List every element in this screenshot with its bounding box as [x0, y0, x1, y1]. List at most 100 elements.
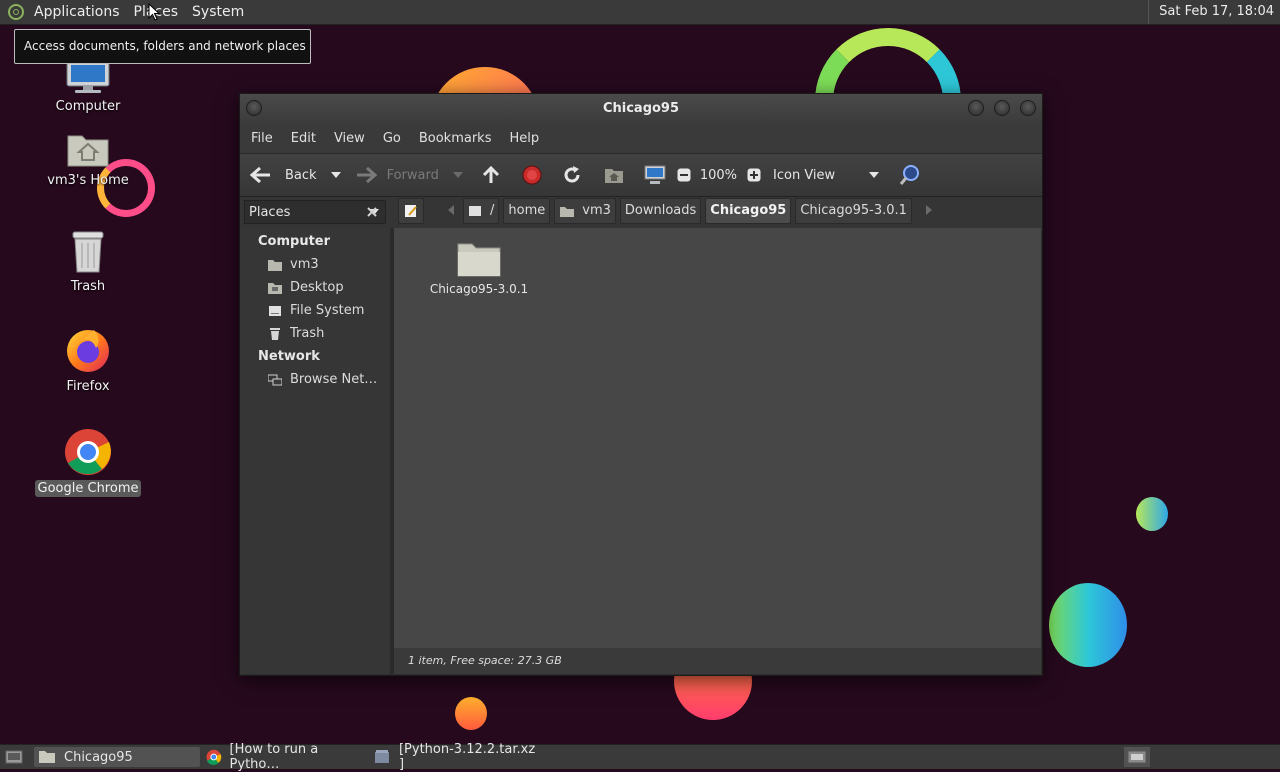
maximize-button[interactable]	[994, 100, 1010, 116]
sidebar-item-vm3[interactable]: vm3	[268, 257, 319, 272]
minimize-button[interactable]	[968, 100, 984, 116]
network-icon	[268, 374, 282, 385]
desktop-folder-icon	[268, 282, 282, 294]
desktop-icon-trash[interactable]: Trash	[28, 230, 148, 295]
view-mode-select[interactable]: Icon View	[773, 168, 859, 183]
sidebar-item-trash[interactable]: Trash	[268, 326, 324, 341]
sidebar-item-file-system[interactable]: File System	[268, 303, 364, 318]
forward-label: Forward	[386, 167, 439, 183]
menu-bookmarks[interactable]: Bookmarks	[412, 131, 499, 146]
system-menu[interactable]: System	[185, 0, 251, 24]
file-item-chicago95-3-0-1[interactable]: Chicago95-3.0.1	[424, 238, 534, 297]
sidebar-item-label: File System	[290, 303, 365, 318]
sidebar-header-network: Network	[258, 349, 320, 364]
home-icon	[604, 169, 623, 183]
crumb-label: vm3	[582, 203, 611, 218]
distro-logo-icon[interactable]	[8, 4, 24, 20]
sidebar-item-browse-network[interactable]: Browse Net…	[268, 372, 377, 387]
drive-icon	[269, 305, 281, 316]
task-chrome[interactable]: [How to run a Pytho…	[206, 742, 368, 772]
desktop-icon-home[interactable]: vm3's Home	[28, 130, 148, 189]
back-button[interactable]: Back	[250, 166, 317, 184]
wallpaper-large-sphere	[1049, 583, 1127, 667]
trash-icon	[72, 231, 104, 273]
forward-history-dropdown[interactable]	[452, 171, 463, 179]
desktop-icon-computer[interactable]: Computer	[28, 61, 148, 115]
menu-view[interactable]: View	[327, 131, 372, 146]
sidebar-item-desktop[interactable]: Desktop	[268, 280, 344, 295]
crumb-vm3[interactable]: vm3	[554, 198, 616, 224]
chevron-right-icon	[925, 204, 932, 215]
close-sidebar-button[interactable]	[363, 203, 381, 221]
forward-button[interactable]: Forward	[355, 166, 439, 184]
desktop-icon-label: Computer	[55, 99, 121, 114]
stop-button[interactable]	[522, 165, 542, 185]
places-tooltip: Access documents, folders and network pl…	[14, 29, 311, 64]
home-folder-icon	[268, 259, 282, 271]
close-icon	[367, 207, 377, 217]
applications-menu[interactable]: Applications	[27, 0, 127, 24]
chrome-icon	[206, 749, 222, 765]
path-scroll-right[interactable]	[925, 204, 932, 219]
back-history-dropdown[interactable]	[330, 171, 341, 179]
zoom-out-button[interactable]	[677, 168, 691, 182]
menubar: File Edit View Go Bookmarks Help	[240, 124, 1042, 153]
desktop-icon-label: Google Chrome	[34, 480, 142, 497]
clock[interactable]: Sat Feb 17, 18:04	[1148, 0, 1274, 24]
home-folder-icon	[67, 135, 109, 167]
workspace-switcher[interactable]	[1124, 747, 1150, 767]
forward-arrow-icon	[356, 166, 377, 184]
desktop-icon-label: Firefox	[66, 379, 110, 394]
window-titlebar[interactable]: Chicago95	[240, 94, 1042, 124]
toggle-location-entry-button[interactable]	[398, 198, 424, 224]
folder-icon	[39, 751, 55, 763]
menu-help[interactable]: Help	[502, 131, 546, 146]
zoom-in-button[interactable]	[747, 168, 761, 182]
edit-icon	[405, 205, 417, 217]
chrome-icon	[65, 429, 111, 475]
crumb-downloads[interactable]: Downloads	[619, 198, 702, 224]
sidebar-selector-label: Places	[249, 204, 291, 220]
archive-icon	[374, 750, 389, 763]
path-scroll-left[interactable]	[448, 204, 454, 219]
firefox-icon	[67, 330, 109, 372]
search-icon	[899, 165, 920, 185]
crumb-root[interactable]: /	[463, 198, 500, 224]
chevron-down-icon	[330, 172, 341, 178]
show-desktop-button[interactable]	[3, 747, 25, 767]
crumb-chicago95[interactable]: Chicago95	[705, 198, 792, 224]
desktop-icon-firefox[interactable]: Firefox	[28, 326, 148, 395]
back-label: Back	[285, 167, 317, 183]
sidebar-header-computer: Computer	[258, 234, 331, 249]
desktop-icon-label: vm3's Home	[47, 173, 129, 188]
back-arrow-icon	[250, 166, 270, 184]
desktop-icon-chrome[interactable]: Google Chrome	[28, 428, 148, 497]
sidebar-item-label: Browse Net…	[290, 372, 378, 387]
zoom-level: 100%	[699, 167, 738, 183]
view-mode-dropdown[interactable]	[869, 171, 880, 179]
computer-button[interactable]	[644, 165, 666, 185]
up-button[interactable]	[481, 165, 501, 185]
home-button[interactable]	[604, 166, 624, 184]
close-button[interactable]	[1020, 100, 1036, 116]
show-desktop-icon	[5, 750, 23, 764]
file-view[interactable]: Chicago95-3.0.1	[394, 228, 1041, 648]
workspace-icon	[1127, 750, 1147, 764]
crumb-home[interactable]: home	[503, 198, 551, 224]
window-title: Chicago95	[602, 101, 680, 116]
computer-icon	[644, 165, 666, 184]
chevron-down-icon	[452, 172, 463, 178]
status-bar: 1 item, Free space: 27.3 GB	[394, 648, 1041, 674]
location-bar: Places / home vm3 Downloads Chicago95 Ch…	[240, 197, 1042, 231]
reload-button[interactable]	[562, 165, 582, 185]
sidebar-item-label: Trash	[290, 326, 325, 341]
search-button[interactable]	[899, 164, 921, 186]
menu-go[interactable]: Go	[376, 131, 408, 146]
task-archive[interactable]: [Python-3.12.2.tar.xz ]	[374, 742, 544, 772]
menu-edit[interactable]: Edit	[284, 131, 323, 146]
folder-icon	[457, 243, 501, 277]
crumb-chicago95-3-0-1[interactable]: Chicago95-3.0.1	[795, 198, 912, 224]
task-chicago95[interactable]: Chicago95	[34, 747, 200, 767]
menu-file[interactable]: File	[244, 131, 280, 146]
file-manager-window: Chicago95 File Edit View Go Bookmarks He…	[239, 93, 1043, 676]
